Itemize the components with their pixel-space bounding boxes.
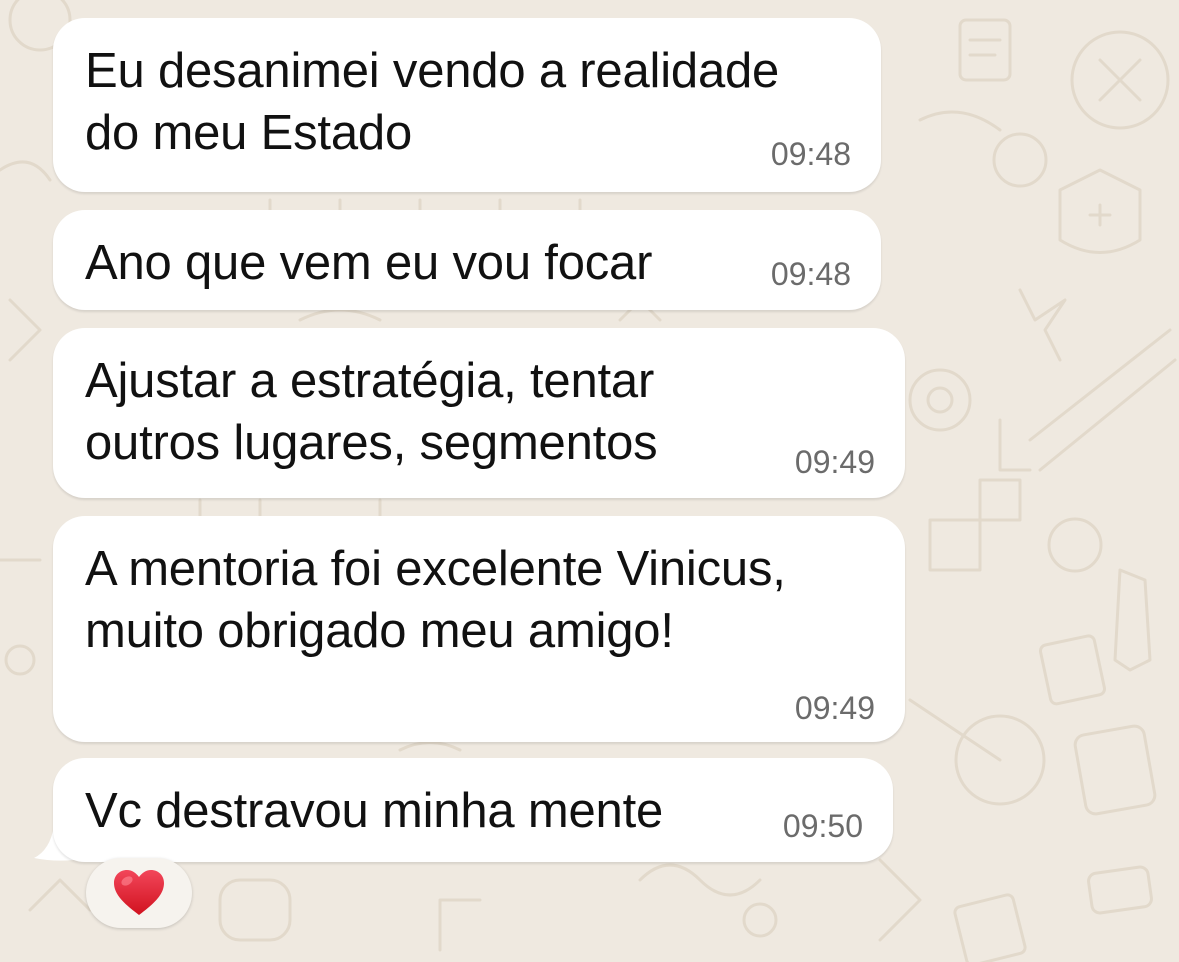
message-text-4: A mentoria foi excelente Vinicus, muito … (85, 542, 786, 658)
red-heart-icon (114, 870, 164, 915)
message-bubble-5[interactable]: Vc destravou minha mente 09:50 (53, 758, 893, 862)
message-bubble-3[interactable]: Ajustar a estratégia, tentar outros luga… (53, 328, 905, 498)
message-timestamp-2: 09:48 (770, 256, 851, 292)
message-timestamp-4: 09:49 (794, 690, 875, 726)
message-bubble-4[interactable]: A mentoria foi excelente Vinicus, muito … (53, 516, 905, 742)
message-timestamp-3: 09:49 (794, 444, 875, 480)
reaction-badge[interactable] (86, 858, 192, 928)
message-text-1: Eu desanimei vendo a realidade do meu Es… (85, 44, 780, 160)
message-text-3: Ajustar a estratégia, tentar outros luga… (85, 354, 658, 470)
message-bubble-1[interactable]: Eu desanimei vendo a realidade do meu Es… (53, 18, 881, 192)
message-bubble-2[interactable]: Ano que vem eu vou focar 09:48 (53, 210, 881, 310)
message-text-5: Vc destravou minha mente (85, 784, 664, 838)
message-timestamp-5: 09:50 (782, 808, 863, 844)
message-text-2: Ano que vem eu vou focar (85, 236, 653, 290)
message-timestamp-1: 09:48 (770, 136, 851, 172)
